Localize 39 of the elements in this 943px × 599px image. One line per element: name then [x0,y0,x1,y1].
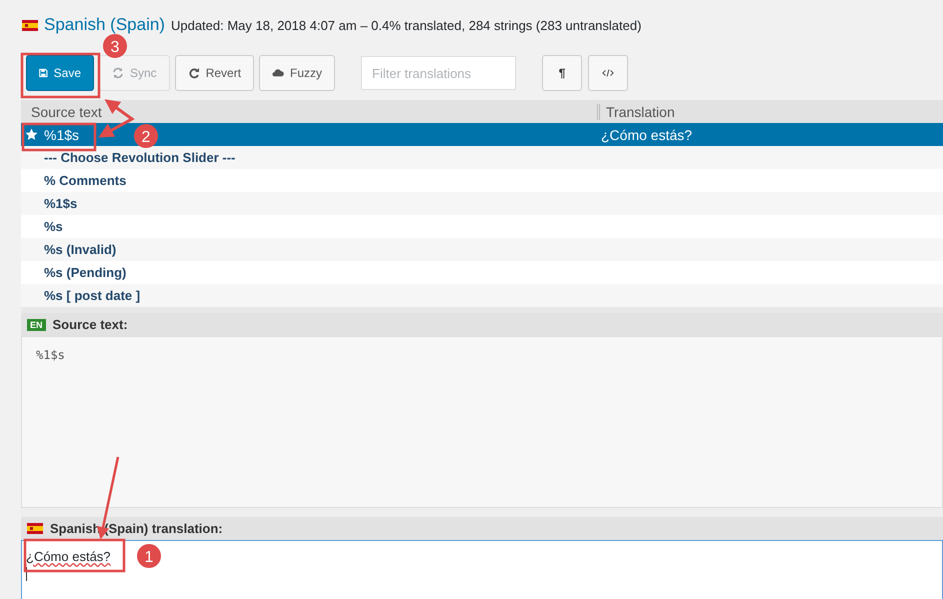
source-text: %1$s [44,196,78,211]
source-text: --- Choose Revolution Slider --- [44,150,236,165]
toolbar-button[interactable]: Fuzzy [259,55,336,91]
step-badge: 1 [137,544,161,568]
source-text: %s (Invalid) [44,242,116,257]
toolbar-button[interactable]: Save [26,55,94,91]
source-text: % Comments [44,173,126,188]
source-text: %s (Pending) [44,265,126,280]
toolbar-button[interactable]: Revert [174,55,254,91]
spain-flag-icon [22,20,38,30]
translation-text: ¿Cómo estás? [601,126,692,142]
status-text: Updated: May 18, 2018 4:07 am – 0.4% translated, 284 strings (283 untranslated) [170,18,642,32]
string-row[interactable]: % Comments [21,169,943,192]
cloud-icon [272,67,284,79]
sync-icon [112,67,124,79]
step-badge: 2 [134,124,158,148]
source-text: %1$s [36,348,65,362]
language-link[interactable]: Spanish (Spain) [44,15,165,35]
string-row[interactable]: %1$s [21,192,943,215]
string-row[interactable]: %s [21,215,943,238]
string-row[interactable]: --- Choose Revolution Slider --- [21,146,943,169]
string-row[interactable]: %s (Pending) [21,261,943,284]
save-icon [39,67,48,79]
code-icon [602,67,614,79]
source-text: %1$s [44,126,80,142]
string-row[interactable]: %s (Invalid) [21,238,943,261]
panel-title: Source text: [52,317,128,332]
step-badge: 3 [103,34,127,58]
source-text: %s [44,219,63,234]
revert-icon [188,67,200,79]
string-row[interactable]: %s [ post date ] [21,284,943,307]
spain-flag-icon [27,523,43,534]
column-header: Translation [597,104,675,120]
column-header: Source text [30,104,103,120]
pilcrow-button[interactable]: ¶ [542,55,582,91]
source-text: %s [ post date ] [44,288,140,303]
language-badge: EN [27,318,46,330]
filter-field[interactable]: Filter translations [361,56,516,90]
code-button[interactable] [588,55,628,91]
